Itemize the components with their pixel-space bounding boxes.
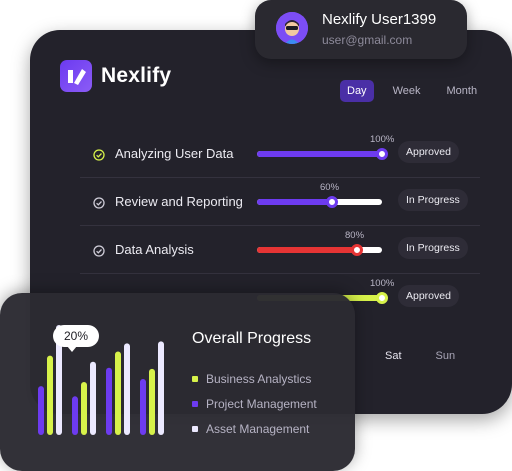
user-card[interactable]: Nexlify User1399 user@gmail.com — [255, 0, 467, 59]
chart-bar — [115, 351, 121, 435]
chart-bar — [106, 367, 112, 435]
progress-bar-fill — [257, 247, 357, 253]
progress-percent: 100% — [370, 134, 395, 145]
legend-item: Project Management — [192, 391, 317, 416]
chart-bar — [38, 386, 44, 435]
check-circle-icon — [93, 196, 105, 214]
tab-week[interactable]: Week — [386, 80, 428, 102]
progress-percent: 80% — [345, 230, 365, 241]
day-sun: Sun — [435, 350, 456, 362]
progress-percent: 100% — [370, 278, 395, 289]
legend-label: Business Analystics — [206, 371, 312, 386]
legend-swatch — [192, 425, 198, 432]
progress-bar-fill — [257, 151, 382, 157]
legend-swatch — [192, 400, 198, 407]
chart-bar — [90, 361, 96, 435]
brand-name: Nexlify — [101, 64, 172, 87]
legend-item: Business Analystics — [192, 366, 317, 391]
task-label: Analyzing User Data — [115, 146, 234, 161]
legend-label: Project Management — [206, 396, 317, 411]
logo-icon — [60, 60, 92, 92]
legend-item: Asset Management — [192, 416, 317, 441]
overall-bar-chart — [38, 325, 164, 435]
overall-progress-title: Overall Progress — [192, 330, 312, 347]
chart-bar — [149, 368, 155, 435]
task-row: Analyzing User Data 100% Approved — [80, 130, 480, 178]
status-badge: Approved — [398, 285, 459, 307]
status-badge: In Progress — [398, 237, 468, 259]
period-tabs: Day Week Month — [340, 80, 496, 102]
legend-label: Asset Management — [206, 421, 310, 436]
check-circle-icon — [93, 148, 105, 166]
progress-knob[interactable] — [376, 148, 388, 160]
progress-bar — [257, 196, 382, 208]
tab-day[interactable]: Day — [340, 80, 374, 102]
chart-bar — [124, 343, 130, 435]
progress-bar — [257, 148, 388, 160]
status-badge: Approved — [398, 141, 459, 163]
task-row: Data Analysis 80% In Progress — [80, 226, 480, 274]
progress-knob[interactable] — [376, 292, 388, 304]
task-label: Review and Reporting — [115, 194, 243, 209]
chart-bar — [81, 382, 87, 435]
task-label: Data Analysis — [115, 242, 194, 257]
user-name: Nexlify User1399 — [322, 11, 437, 28]
day-sat: Sat — [385, 350, 402, 362]
progress-bar — [257, 244, 382, 256]
status-badge: In Progress — [398, 189, 468, 211]
chart-legend: Business Analystics Project Management A… — [192, 366, 317, 441]
chart-bar — [158, 341, 164, 435]
chart-bar — [47, 355, 53, 435]
progress-bar-fill — [257, 199, 332, 205]
progress-knob[interactable] — [351, 244, 363, 256]
chart-bar — [72, 396, 78, 435]
progress-percent: 60% — [320, 182, 340, 193]
progress-knob[interactable] — [326, 196, 338, 208]
legend-swatch — [192, 375, 198, 382]
chart-bar — [140, 379, 146, 435]
check-circle-icon — [93, 244, 105, 262]
tab-month[interactable]: Month — [439, 80, 484, 102]
day-labels: Sat Sun — [385, 350, 489, 362]
avatar — [276, 12, 308, 44]
task-row: Review and Reporting 60% In Progress — [80, 178, 480, 226]
chart-tooltip: 20% — [53, 325, 99, 352]
brand: Nexlify — [60, 60, 171, 92]
user-email: user@gmail.com — [322, 33, 413, 47]
stage: Nexlify Day Week Month Analyzing User Da… — [0, 0, 512, 471]
